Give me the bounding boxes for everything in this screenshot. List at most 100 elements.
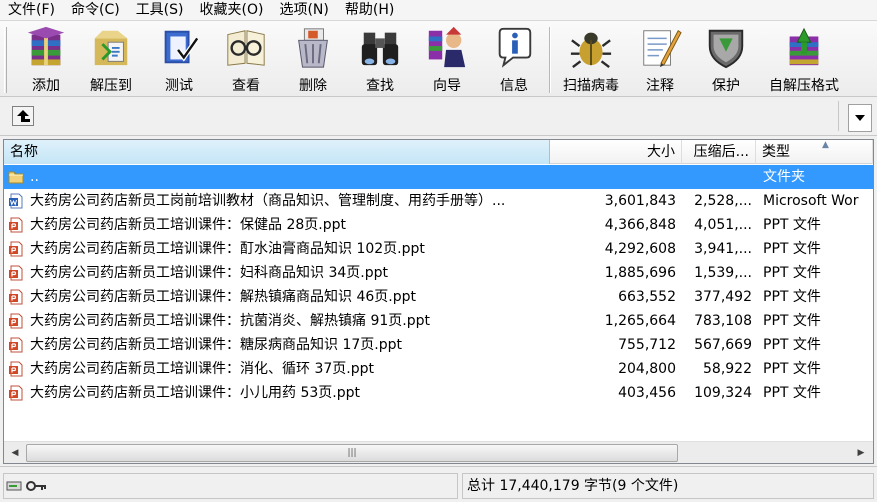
file-name-cell: ..: [4, 165, 550, 189]
info-label: 信息: [500, 78, 528, 94]
table-row[interactable]: 大药房公司药店新员工培训课件：抗菌消炎、解热镇痛 91页.ppt 1,265,66…: [4, 309, 873, 333]
table-row[interactable]: .. 文件夹: [4, 165, 873, 189]
sfx-label: 自解压格式: [769, 78, 839, 94]
toolbar-separator: [549, 27, 551, 93]
file-name-cell: 大药房公司药店新员工培训课件：解热镇痛商品知识 46页.ppt: [4, 285, 550, 309]
sfx-button[interactable]: 自解压格式: [762, 23, 846, 95]
column-header-packed[interactable]: 压缩后...: [682, 140, 756, 164]
menu-file[interactable]: 文件(F): [0, 0, 63, 21]
file-list[interactable]: 名称 大小 压缩后... ▲ 类型 .. 文件夹 大药房公司药店新员工岗前培训教材（…: [3, 139, 874, 464]
ppt-file-icon: [9, 265, 23, 281]
list-header: 名称 大小 压缩后... ▲ 类型: [4, 140, 873, 164]
protect-button[interactable]: 保护: [698, 23, 754, 95]
file-rows: .. 文件夹 大药房公司药店新员工岗前培训教材（商品知识、管理制度、用药手册等）..…: [4, 165, 873, 405]
delete-icon: [298, 28, 328, 68]
scrollbar-thumb[interactable]: |||: [26, 444, 678, 462]
file-name: 大药房公司药店新员工岗前培训教材（商品知识、管理制度、用药手册等）...: [30, 193, 506, 209]
scroll-right-arrow-icon[interactable]: ▶: [852, 444, 870, 462]
file-name-cell: 大药房公司药店新员工培训课件：小儿用药 53页.ppt: [4, 381, 550, 405]
file-size: 3,601,843: [604, 193, 676, 209]
protect-shield-icon: [708, 29, 744, 69]
status-left-pane: [3, 473, 458, 499]
table-row[interactable]: 大药房公司药店新员工培训课件：小儿用药 53页.ppt 403,456 109,32…: [4, 381, 873, 405]
virus-scan-button[interactable]: 扫描病毒: [556, 23, 626, 95]
menu-tools[interactable]: 工具(S): [128, 0, 192, 21]
column-header-size[interactable]: 大小: [550, 140, 682, 164]
comment-button[interactable]: 注释: [634, 23, 686, 95]
file-name: 大药房公司药店新员工培训课件：小儿用药 53页.ppt: [30, 385, 360, 401]
comment-label: 注释: [646, 78, 674, 94]
address-dropdown-button[interactable]: [848, 104, 872, 132]
menu-favorites[interactable]: 收藏夹(O): [192, 0, 272, 21]
table-row[interactable]: 大药房公司药店新员工岗前培训教材（商品知识、管理制度、用药手册等）... 3,60…: [4, 189, 873, 213]
file-name-cell: 大药房公司药店新员工培训课件：消化、循环 37页.ppt: [4, 357, 550, 381]
table-row[interactable]: 大药房公司药店新员工培训课件：解热镇痛商品知识 46页.ppt 663,552 37…: [4, 285, 873, 309]
table-row[interactable]: 大药房公司药店新员工培训课件：酊水油膏商品知识 102页.ppt 4,292,60…: [4, 237, 873, 261]
find-button[interactable]: 查找: [352, 23, 408, 95]
chevron-down-icon: [855, 115, 865, 121]
extract-to-label: 解压到: [90, 78, 132, 94]
file-name: 大药房公司药店新员工培训课件：妇科商品知识 34页.ppt: [30, 265, 388, 281]
extract-to-button[interactable]: 解压到: [82, 23, 140, 95]
ppt-file-icon: [9, 313, 23, 329]
wizard-label: 向导: [433, 78, 461, 94]
file-packed-size: 2,528,...: [694, 193, 752, 209]
file-packed-size: 58,922: [703, 361, 752, 377]
status-summary: 总计 17,440,179 字节(9 个文件): [462, 473, 874, 499]
drive-icon[interactable]: [6, 478, 22, 494]
table-row[interactable]: 大药房公司药店新员工培训课件：消化、循环 37页.ppt 204,800 58,92…: [4, 357, 873, 381]
sfx-icon: [789, 27, 819, 66]
status-bar: 总计 17,440,179 字节(9 个文件): [0, 466, 877, 502]
menu-help[interactable]: 帮助(H): [337, 0, 402, 21]
menu-commands[interactable]: 命令(C): [63, 0, 128, 21]
info-icon: [498, 27, 532, 68]
table-row[interactable]: 大药房公司药店新员工培训课件：保健品 28页.ppt 4,366,848 4,051…: [4, 213, 873, 237]
file-size: 4,366,848: [604, 217, 676, 233]
column-header-name[interactable]: 名称: [4, 140, 550, 164]
file-name-cell: 大药房公司药店新员工培训课件：糖尿病商品知识 17页.ppt: [4, 333, 550, 357]
view-button[interactable]: 查看: [218, 23, 274, 95]
view-label: 查看: [232, 78, 260, 94]
file-type: PPT 文件: [763, 337, 821, 353]
virus-scan-label: 扫描病毒: [563, 78, 619, 94]
scroll-left-arrow-icon[interactable]: ◀: [6, 444, 24, 462]
file-type: Microsoft Wor: [763, 193, 859, 209]
table-row[interactable]: 大药房公司药店新员工培训课件：糖尿病商品知识 17页.ppt 755,712 567…: [4, 333, 873, 357]
ppt-file-icon: [9, 217, 23, 233]
info-button[interactable]: 信息: [486, 23, 542, 95]
comment-icon: [643, 30, 682, 68]
view-file-icon: [227, 30, 265, 66]
key-icon[interactable]: [26, 478, 48, 494]
file-packed-size: [682, 165, 756, 189]
file-size: 755,712: [618, 337, 676, 353]
file-name-cell: 大药房公司药店新员工培训课件：酊水油膏商品知识 102页.ppt: [4, 237, 550, 261]
scroll-grip-icon: |||: [347, 448, 357, 458]
up-folder-button[interactable]: [12, 106, 34, 126]
delete-button[interactable]: 删除: [286, 23, 340, 95]
file-type: PPT 文件: [763, 241, 821, 257]
file-name: 大药房公司药店新员工培训课件：保健品 28页.ppt: [30, 217, 346, 233]
toolbar-grip[interactable]: [4, 27, 7, 93]
file-name: 大药房公司药店新员工培训课件：抗菌消炎、解热镇痛 91页.ppt: [30, 313, 430, 329]
file-name-cell: 大药房公司药店新员工培训课件：妇科商品知识 34页.ppt: [4, 261, 550, 285]
file-packed-size: 4,051,...: [694, 217, 752, 233]
add-archive-icon: [27, 26, 65, 66]
file-size: 204,800: [618, 361, 676, 377]
word-doc-icon: [9, 193, 23, 209]
file-size: [550, 165, 682, 189]
column-header-type[interactable]: ▲ 类型: [756, 140, 873, 164]
menu-options[interactable]: 选项(N): [271, 0, 336, 21]
find-label: 查找: [366, 78, 394, 94]
extract-to-icon: [94, 30, 128, 66]
add-button[interactable]: 添加: [18, 23, 74, 95]
test-button[interactable]: 测试: [152, 23, 206, 95]
folder-up-icon: [8, 171, 24, 184]
file-name-cell: 大药房公司药店新员工培训课件：抗菌消炎、解热镇痛 91页.ppt: [4, 309, 550, 333]
file-type: PPT 文件: [763, 289, 821, 305]
wizard-button[interactable]: 向导: [418, 23, 476, 95]
address-field[interactable]: [2, 101, 839, 131]
file-size: 1,265,664: [604, 313, 676, 329]
table-row[interactable]: 大药房公司药店新员工培训课件：妇科商品知识 34页.ppt 1,885,696 1,…: [4, 261, 873, 285]
file-packed-size: 3,941,...: [694, 241, 752, 257]
horizontal-scrollbar[interactable]: ◀ ||| ▶: [4, 441, 873, 463]
